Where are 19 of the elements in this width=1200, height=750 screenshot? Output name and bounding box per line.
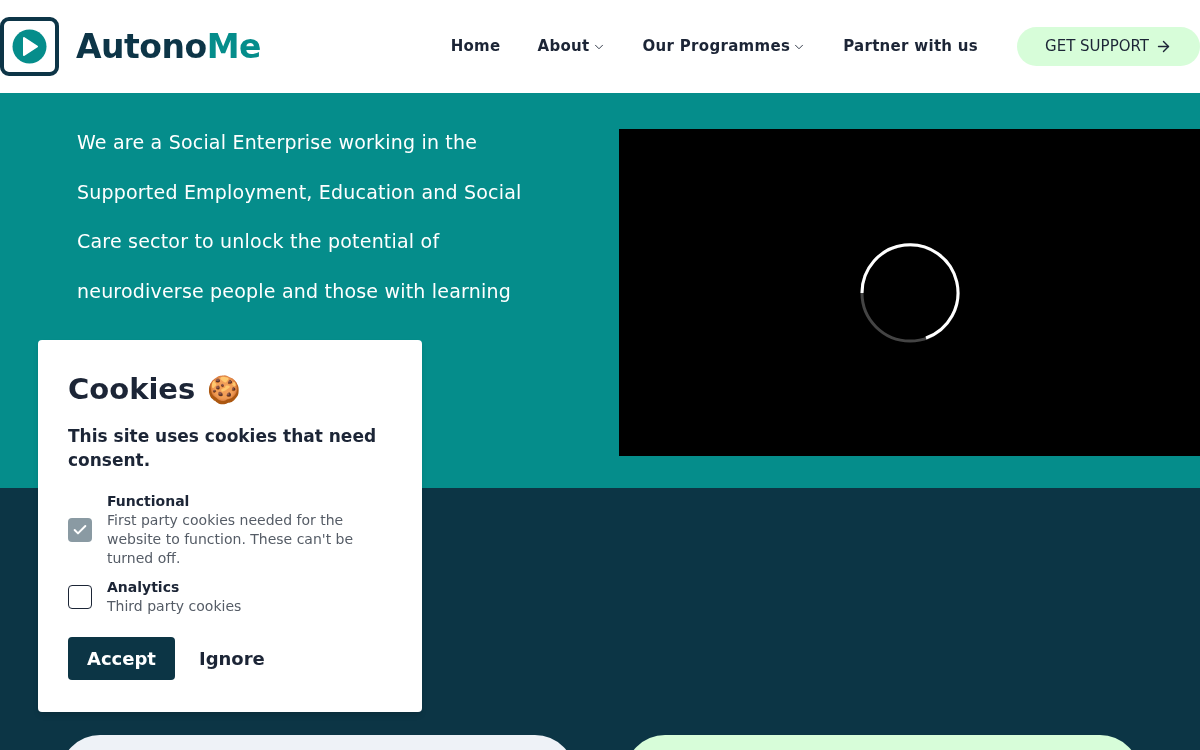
title-text: Cookies xyxy=(68,371,196,408)
hero-text: We are a Social Enterprise working in the Supported Employment, Education and Social Care sector to unlock the potential of neurodiverse people and those with learning xyxy=(77,130,523,304)
option-label: Functional xyxy=(107,491,191,511)
arrow-right-icon xyxy=(1155,38,1172,55)
nav-link[interactable]: About xyxy=(537,35,606,58)
accept-button[interactable]: Accept xyxy=(68,636,175,680)
nav-link[interactable]: Our Programmes xyxy=(642,35,807,58)
nav-link[interactable]: Home xyxy=(450,35,501,58)
logo-text[interactable]: AutonoMe xyxy=(76,21,261,72)
loading-spinner-icon xyxy=(858,241,961,344)
cookie-icon: 🍪 xyxy=(207,369,242,410)
get-support-button[interactable]: GET SUPPORT xyxy=(1017,27,1200,66)
option-description: First party cookies needed for the website to function. These can't be turned off. xyxy=(107,510,355,568)
dialog-subtitle: This site uses cookies that need consent. xyxy=(68,424,378,472)
ignore-button[interactable]: Ignore xyxy=(198,636,265,680)
checkbox[interactable] xyxy=(68,584,92,609)
option-label: Analytics xyxy=(107,577,181,597)
option-description: Third party cookies xyxy=(107,596,242,616)
nav-link[interactable]: Partner with us xyxy=(843,35,979,58)
